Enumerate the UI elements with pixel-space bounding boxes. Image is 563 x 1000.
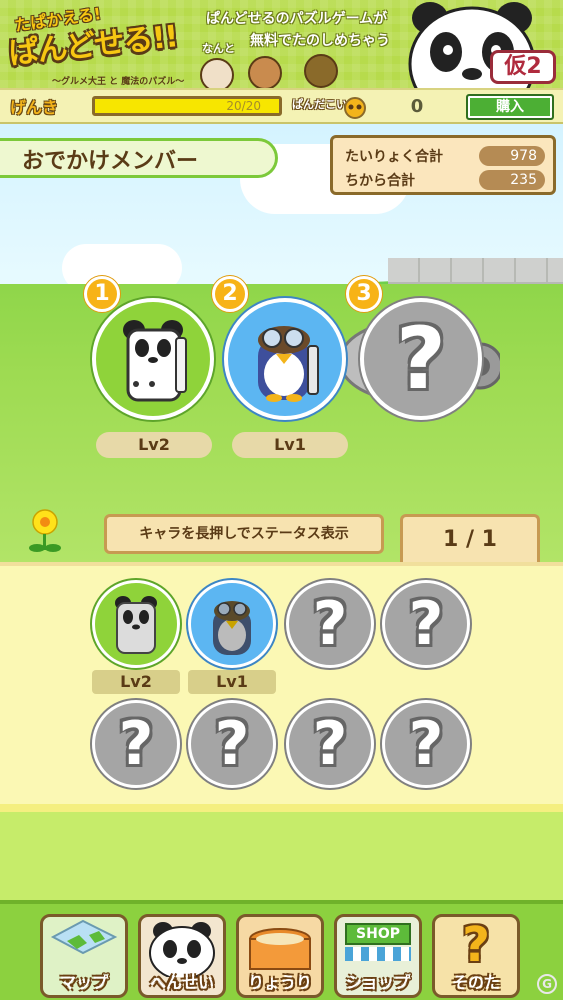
unknown-character-icon: ? <box>312 709 348 779</box>
shop-sign-icon: SHOP <box>345 923 411 945</box>
unknown-character-icon: ? <box>312 589 348 659</box>
inventory-slot-empty[interactable]: ? <box>92 700 180 788</box>
party-title-text: おでかけメンバー <box>22 149 199 174</box>
dog-icon <box>248 56 282 88</box>
party-title: おでかけメンバー <box>0 138 278 178</box>
nav-label: マップ <box>59 973 108 992</box>
nav-other-button[interactable]: ? そのた <box>432 914 520 998</box>
coin-value: 0 <box>410 96 424 117</box>
monkey-icon <box>304 54 338 88</box>
party-slot-2[interactable] <box>224 298 346 420</box>
stat-label: ちから合計 <box>345 173 415 189</box>
inventory-level: Lv1 <box>188 670 276 694</box>
stamina-bar: 20/20 <box>92 96 282 116</box>
unknown-character-icon: ? <box>118 709 154 779</box>
nav-label: そのた <box>451 973 500 992</box>
inventory-slot-empty[interactable]: ? <box>188 700 276 788</box>
character-inventory: Lv2 Lv1 ? ? ? ? ? ? <box>0 562 563 812</box>
watermark-icon: G <box>537 974 557 994</box>
inventory-level: Lv2 <box>92 670 180 694</box>
banner-copy-line2: 無料でたのしめちゃう <box>250 33 390 49</box>
provisional-badge: 仮2 <box>490 50 556 84</box>
panda-icon <box>115 596 157 654</box>
unknown-character-icon: ? <box>408 709 444 779</box>
cooking-pot-icon <box>249 928 311 970</box>
game-logo: たぱかえる! ぱんどせる!! 〜グルメ大王 と 魔法のパズル〜 <box>7 4 198 87</box>
ad-banner[interactable]: たぱかえる! ぱんどせる!! 〜グルメ大王 と 魔法のパズル〜 ぱんどせるのパズ… <box>0 0 563 88</box>
question-icon: ? <box>462 917 490 973</box>
panda-icon <box>123 320 187 402</box>
inventory-slot-empty[interactable]: ? <box>286 700 374 788</box>
map-icon <box>50 919 118 955</box>
panda-icon <box>149 922 215 980</box>
stat-row-power: ちから合計 235 <box>345 170 545 190</box>
party-slot-1[interactable] <box>92 298 214 420</box>
nav-label: ショップ <box>345 973 410 992</box>
slot-level-1: Lv2 <box>96 432 212 458</box>
stat-label: たいりょく合計 <box>345 149 443 165</box>
nav-map-button[interactable]: マップ <box>40 914 128 998</box>
stamina-value: 20/20 <box>226 99 261 113</box>
party-slot-3[interactable]: ? <box>360 298 482 420</box>
unknown-character-icon: ? <box>396 309 446 409</box>
nav-cooking-button[interactable]: りょうり <box>236 914 324 998</box>
shop-awning-icon <box>345 947 411 961</box>
bottom-navigation: マップ へんせい りょうり SHOP ショップ ? そのた G <box>0 900 563 1000</box>
buy-button[interactable]: 購入 <box>466 94 554 120</box>
nav-formation-button[interactable]: へんせい <box>138 914 226 998</box>
stat-value: 235 <box>479 170 545 190</box>
nav-shop-button[interactable]: SHOP ショップ <box>334 914 422 998</box>
unknown-character-icon: ? <box>408 589 444 659</box>
inventory-slot-penguin[interactable] <box>188 580 276 668</box>
inventory-slot-empty[interactable]: ? <box>382 700 470 788</box>
logo-subtitle: 〜グルメ大王 と 魔法のパズル〜 <box>52 77 185 87</box>
slot-level-2: Lv1 <box>232 432 348 458</box>
penguin-icon <box>213 601 251 655</box>
inventory-slot-empty[interactable]: ? <box>382 580 470 668</box>
inventory-slot-empty[interactable]: ? <box>286 580 374 668</box>
banner-copy-line1: ぱんどせるのパズルゲームが <box>206 11 388 27</box>
page-indicator: 1 / 1 <box>400 514 540 564</box>
long-press-hint: キャラを長押しでステータス表示 <box>104 514 384 554</box>
penguin-icon <box>258 326 319 402</box>
status-bar: げんき 20/20 ぱんだこいん 0 購入 <box>0 88 563 124</box>
banner-copy-nanto: なんと <box>202 42 235 55</box>
stat-value: 978 <box>479 146 545 166</box>
nav-label: へんせい <box>149 973 214 992</box>
cat-icon <box>200 58 234 88</box>
stamina-label: げんき <box>10 98 59 117</box>
nav-label: りょうり <box>247 973 312 992</box>
unknown-character-icon: ? <box>214 709 250 779</box>
party-stats: たいりょく合計 978 ちから合計 235 <box>330 135 556 195</box>
panda-coin-icon <box>344 97 366 119</box>
inventory-slot-panda[interactable] <box>92 580 180 668</box>
flower-icon <box>29 509 61 552</box>
stat-row-hp: たいりょく合計 978 <box>345 146 545 166</box>
